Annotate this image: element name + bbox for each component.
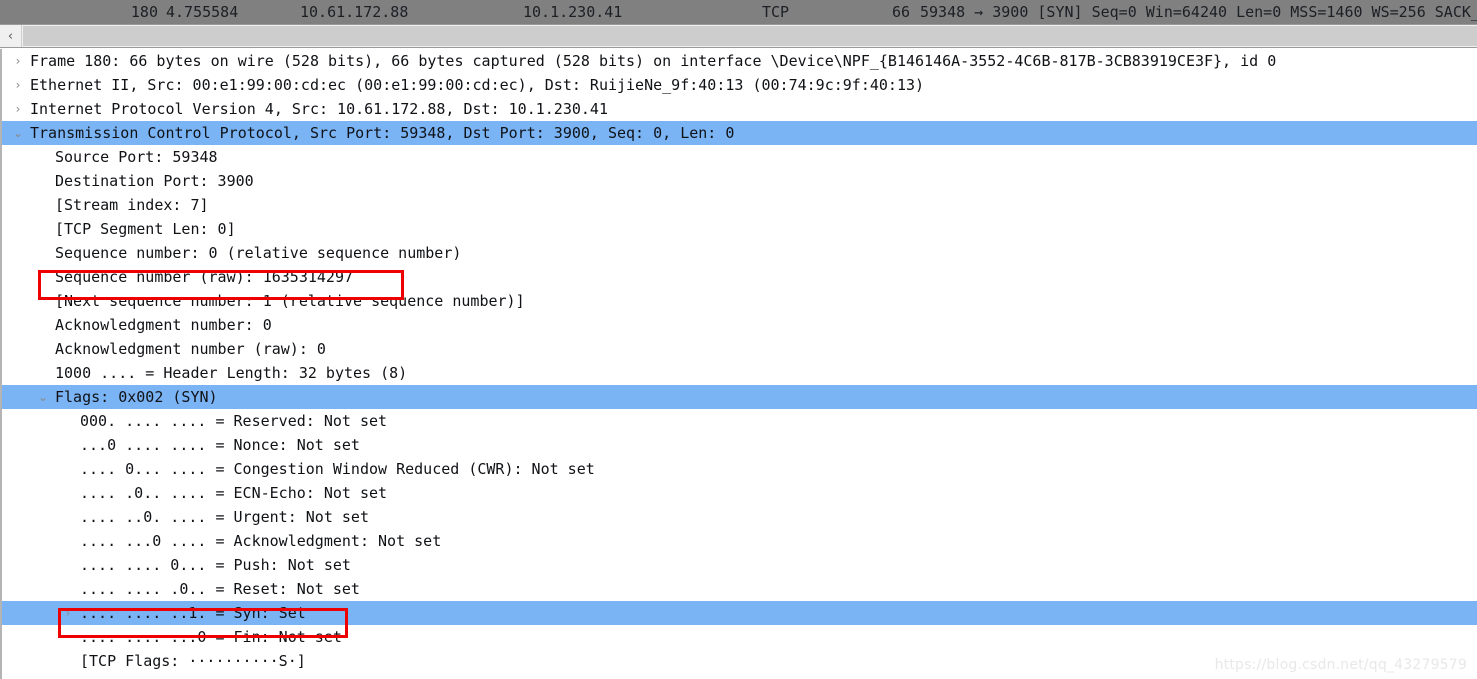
detail-tree-row[interactable]: [Stream index: 7] — [2, 193, 1477, 217]
tree-twig-spacer — [35, 313, 51, 337]
detail-tree-row[interactable]: ⌄ Flags: 0x002 (SYN) — [2, 385, 1477, 409]
detail-tree-row[interactable]: ...0 .... .... = Nonce: Not set — [2, 433, 1477, 457]
detail-tree-row[interactable]: [TCP Segment Len: 0] — [2, 217, 1477, 241]
detail-tree-row-label: 000. .... .... = Reserved: Not set — [80, 412, 388, 430]
packet-list-horizontal-scrollbar[interactable]: ‹ — [0, 24, 1477, 48]
detail-tree-row-label: Transmission Control Protocol, Src Port:… — [30, 124, 735, 142]
tree-twig-spacer — [35, 289, 51, 313]
detail-tree-row[interactable]: .... .... ...0 = Fin: Not set — [2, 625, 1477, 649]
tree-twig-spacer — [60, 409, 76, 433]
chevron-right-icon[interactable]: › — [10, 97, 26, 121]
detail-tree-row-label: ...0 .... .... = Nonce: Not set — [80, 436, 360, 454]
detail-tree-row-label: Sequence number: 0 (relative sequence nu… — [55, 244, 462, 262]
tree-twig-spacer — [35, 337, 51, 361]
tree-twig-spacer — [60, 553, 76, 577]
detail-tree-row-label: .... .... ...0 = Fin: Not set — [80, 628, 342, 646]
detail-tree-row[interactable]: .... .... 0... = Push: Not set — [2, 553, 1477, 577]
chevron-left-icon[interactable]: ‹ — [0, 25, 22, 47]
detail-tree-row[interactable]: .... .... .0.. = Reset: Not set — [2, 577, 1477, 601]
tree-twig-spacer — [35, 217, 51, 241]
detail-tree-row[interactable]: › Frame 180: 66 bytes on wire (528 bits),… — [2, 49, 1477, 73]
detail-tree-row[interactable]: Sequence number (raw): 1635314297 — [2, 265, 1477, 289]
tree-twig-spacer — [35, 265, 51, 289]
detail-tree-row[interactable]: [Next sequence number: 1 (relative seque… — [2, 289, 1477, 313]
detail-tree-row-label: Internet Protocol Version 4, Src: 10.61.… — [30, 100, 608, 118]
detail-tree-row-label: .... 0... .... = Congestion Window Reduc… — [80, 460, 595, 478]
chevron-right-icon[interactable]: › — [10, 73, 26, 97]
detail-tree-row[interactable]: .... 0... .... = Congestion Window Reduc… — [2, 457, 1477, 481]
detail-tree-row[interactable]: .... ...0 .... = Acknowledgment: Not set — [2, 529, 1477, 553]
watermark: https://blog.csdn.net/qq_43279579 — [1214, 657, 1467, 673]
detail-tree-row-label: .... .... 0... = Push: Not set — [80, 556, 351, 574]
detail-tree-row[interactable]: › Ethernet II, Src: 00:e1:99:00:cd:ec (00… — [2, 73, 1477, 97]
detail-tree-row-label: .... .... .0.. = Reset: Not set — [80, 580, 360, 598]
tree-twig-spacer — [60, 649, 76, 673]
tree-twig-spacer — [60, 457, 76, 481]
detail-tree-row[interactable]: Acknowledgment number: 0 — [2, 313, 1477, 337]
tree-twig-spacer — [60, 577, 76, 601]
detail-tree-row-label: 1000 .... = Header Length: 32 bytes (8) — [55, 364, 408, 382]
scrollbar-thumb[interactable] — [23, 26, 1477, 46]
detail-tree-row[interactable]: › Internet Protocol Version 4, Src: 10.61… — [2, 97, 1477, 121]
detail-tree-row-label: Source Port: 59348 — [55, 148, 218, 166]
chevron-right-icon[interactable]: › — [10, 49, 26, 73]
tree-twig-spacer — [35, 241, 51, 265]
chevron-right-icon[interactable]: › — [60, 601, 76, 625]
detail-tree-row-label: Frame 180: 66 bytes on wire (528 bits), … — [30, 52, 1277, 70]
detail-tree-row[interactable]: ⌄ Transmission Control Protocol, Src Port… — [2, 121, 1477, 145]
detail-tree-row[interactable]: Acknowledgment number (raw): 0 — [2, 337, 1477, 361]
detail-tree-row[interactable]: Destination Port: 3900 — [2, 169, 1477, 193]
tree-twig-spacer — [35, 169, 51, 193]
chevron-down-icon[interactable]: ⌄ — [10, 121, 26, 145]
detail-tree-row-label: [Next sequence number: 1 (relative seque… — [55, 292, 525, 310]
tree-twig-spacer — [35, 145, 51, 169]
tree-twig-spacer — [60, 625, 76, 649]
detail-tree-row-label: Sequence number (raw): 1635314297 — [55, 268, 354, 286]
packet-column-info: 59348 → 3900 [SYN] Seq=0 Win=64240 Len=0… — [920, 3, 1477, 21]
tree-twig-spacer — [60, 433, 76, 457]
detail-tree-row-label: Flags: 0x002 (SYN) — [55, 388, 218, 406]
packet-column-no: 180 — [130, 3, 158, 21]
detail-tree-row-label: .... .0.. .... = ECN-Echo: Not set — [80, 484, 388, 502]
packet-column-protocol: TCP — [762, 3, 790, 21]
detail-tree-row[interactable]: Source Port: 59348 — [2, 145, 1477, 169]
detail-tree-row-label: [TCP Flags: ··········S·] — [80, 652, 306, 670]
detail-tree-row-label: Acknowledgment number (raw): 0 — [55, 340, 326, 358]
detail-tree-row[interactable]: .... .0.. .... = ECN-Echo: Not set — [2, 481, 1477, 505]
wireshark-packet-detail-window: 180 4.755584 10.61.172.88 10.1.230.41 TC… — [0, 0, 1477, 679]
chevron-down-icon[interactable]: ⌄ — [35, 385, 51, 409]
detail-tree-row-label: Destination Port: 3900 — [55, 172, 254, 190]
detail-tree-row[interactable]: ›.... .... ..1. = Syn: Set — [2, 601, 1477, 625]
detail-tree-row-label: .... ..0. .... = Urgent: Not set — [80, 508, 369, 526]
packet-column-time: 4.755584 — [166, 3, 239, 21]
packet-column-destination: 10.1.230.41 — [523, 3, 623, 21]
tree-twig-spacer — [60, 481, 76, 505]
packet-column-length: 66 — [891, 3, 910, 21]
tree-twig-spacer — [35, 361, 51, 385]
detail-tree-row-label: Ethernet II, Src: 00:e1:99:00:cd:ec (00:… — [30, 76, 925, 94]
detail-tree-row-label: [Stream index: 7] — [55, 196, 209, 214]
detail-tree-row[interactable]: 1000 .... = Header Length: 32 bytes (8) — [2, 361, 1477, 385]
packet-column-source: 10.61.172.88 — [300, 3, 409, 21]
detail-tree-row[interactable]: .... ..0. .... = Urgent: Not set — [2, 505, 1477, 529]
detail-tree-row-label: .... .... ..1. = Syn: Set — [80, 604, 306, 622]
tree-twig-spacer — [60, 505, 76, 529]
detail-tree-row-label: .... ...0 .... = Acknowledgment: Not set — [80, 532, 442, 550]
detail-tree-row[interactable]: Sequence number: 0 (relative sequence nu… — [2, 241, 1477, 265]
detail-tree-row-label: [TCP Segment Len: 0] — [55, 220, 236, 238]
tree-twig-spacer — [60, 529, 76, 553]
tree-twig-spacer — [35, 193, 51, 217]
packet-detail-tree[interactable]: › Frame 180: 66 bytes on wire (528 bits),… — [0, 49, 1477, 679]
detail-tree-row-label: Acknowledgment number: 0 — [55, 316, 272, 334]
detail-tree-row[interactable]: 000. .... .... = Reserved: Not set — [2, 409, 1477, 433]
packet-list-selected-row[interactable]: 180 4.755584 10.61.172.88 10.1.230.41 TC… — [0, 0, 1477, 24]
